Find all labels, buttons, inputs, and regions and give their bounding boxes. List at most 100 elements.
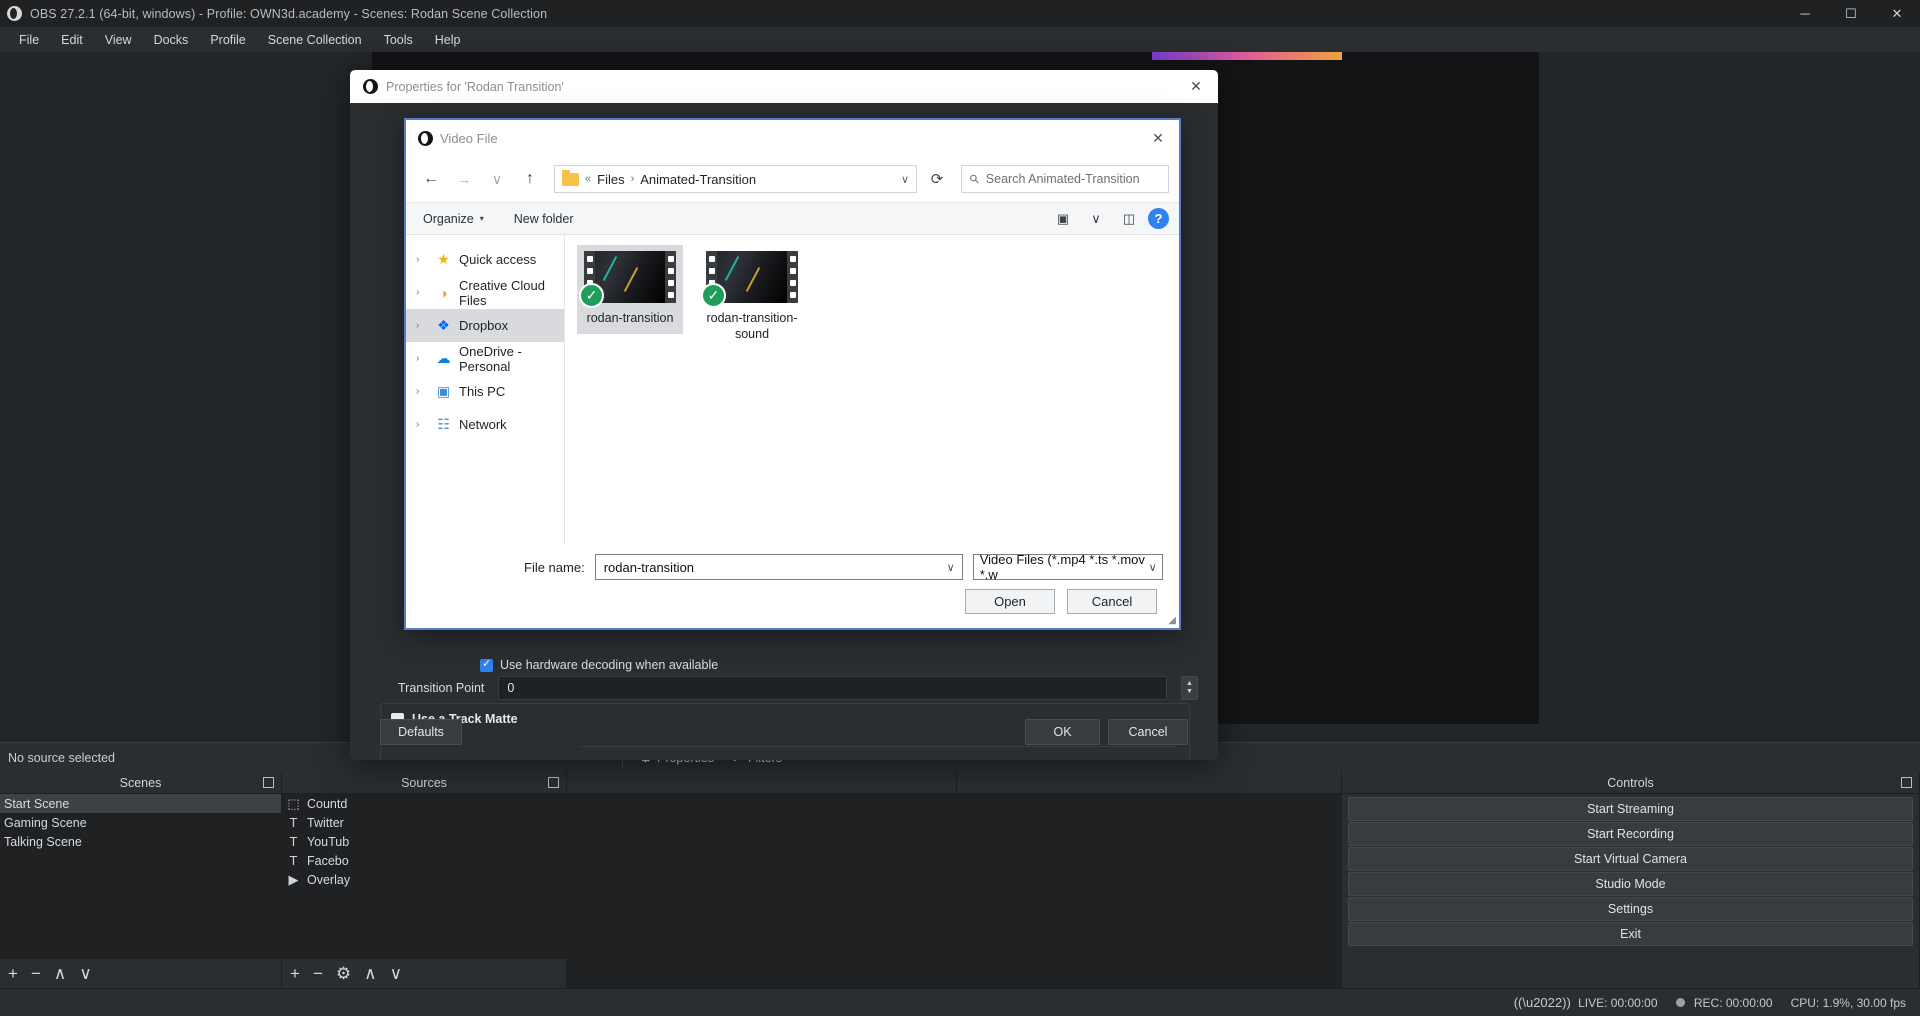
help-icon[interactable]: ? [1148, 208, 1169, 229]
mixer-body[interactable] [567, 794, 956, 988]
ok-button[interactable]: OK [1025, 719, 1100, 745]
file-dialog-close-button[interactable]: ✕ [1137, 120, 1179, 156]
remove-scene-icon[interactable]: − [31, 965, 41, 982]
file-item-rodan-transition[interactable]: ✓ rodan-transition [577, 245, 683, 334]
breadcrumb-files[interactable]: Files [597, 172, 624, 187]
address-bar[interactable]: « Files › Animated-Transition ∨ [554, 165, 917, 193]
float-dock-icon[interactable] [1901, 777, 1912, 788]
sidebar-item-creative-cloud[interactable]: › ◑ Creative Cloud Files [406, 276, 564, 309]
menu-scene-collection[interactable]: Scene Collection [257, 30, 373, 50]
chevron-down-icon[interactable]: ∨ [947, 561, 955, 574]
source-item[interactable]: ⬚ Countd [282, 794, 566, 813]
transitions-dock [957, 772, 1342, 988]
source-item[interactable]: T Facebo [282, 851, 566, 870]
recent-locations-chevron-icon[interactable]: ∨ [482, 165, 512, 193]
source-label: Countd [307, 797, 347, 811]
maximize-button[interactable]: ☐ [1828, 0, 1874, 27]
float-dock-icon[interactable] [263, 777, 274, 788]
folder-icon [562, 173, 579, 186]
defaults-button[interactable]: Defaults [380, 719, 462, 745]
start-virtual-camera-button[interactable]: Start Virtual Camera [1348, 847, 1913, 871]
add-scene-icon[interactable]: + [8, 965, 18, 982]
menu-tools[interactable]: Tools [373, 30, 424, 50]
toolbar-right-group: ▣ ∨ ◫ ? [1049, 207, 1169, 231]
chevron-right-icon[interactable]: › [416, 320, 428, 331]
breadcrumb-current-folder[interactable]: Animated-Transition [640, 172, 756, 187]
address-dropdown-chevron-icon[interactable]: ∨ [901, 173, 909, 186]
cancel-button[interactable]: Cancel [1108, 719, 1188, 745]
sidebar-label: OneDrive - Personal [459, 344, 564, 374]
chevron-right-icon[interactable]: › [416, 287, 428, 298]
sidebar-item-network[interactable]: › ☷ Network [406, 408, 564, 441]
filename-input[interactable]: rodan-transition ∨ [595, 554, 963, 580]
open-button[interactable]: Open [965, 589, 1055, 614]
minimize-button[interactable]: ─ [1782, 0, 1828, 27]
hardware-decoding-checkbox[interactable] [480, 659, 493, 672]
resize-grip-icon[interactable]: ◢ [1168, 615, 1176, 626]
filetype-select[interactable]: Video Files (*.mp4 *.ts *.mov *.w ∨ [973, 554, 1163, 580]
transitions-body[interactable] [957, 794, 1341, 988]
file-item-rodan-transition-sound[interactable]: ✓ rodan-transition-sound [699, 245, 805, 351]
studio-mode-button[interactable]: Studio Mode [1348, 872, 1913, 896]
properties-close-button[interactable]: ✕ [1174, 70, 1218, 103]
up-arrow-icon[interactable]: ↑ [515, 165, 545, 193]
menu-file[interactable]: File [8, 30, 50, 50]
sources-title: Sources [401, 776, 447, 790]
start-streaming-button[interactable]: Start Streaming [1348, 797, 1913, 821]
scene-item-gaming[interactable]: Gaming Scene [0, 813, 281, 832]
move-scene-down-icon[interactable]: ∨ [79, 965, 91, 982]
file-list[interactable]: ✓ rodan-transition ✓ rodan-transition-so… [565, 235, 1179, 545]
file-dialog-navbar: ← → ∨ ↑ « Files › Animated-Transition ∨ … [406, 156, 1179, 202]
back-arrow-icon[interactable]: ← [416, 165, 446, 193]
monitor-icon: ▣ [434, 383, 453, 400]
move-scene-up-icon[interactable]: ∧ [54, 965, 66, 982]
forward-arrow-icon[interactable]: → [449, 165, 479, 193]
sources-list[interactable]: ⬚ Countd T Twitter T YouTub T Facebo ▶ [282, 794, 566, 958]
start-recording-button[interactable]: Start Recording [1348, 822, 1913, 846]
source-item[interactable]: ▶ Overlay [282, 870, 566, 889]
chevron-right-icon[interactable]: › [416, 254, 428, 265]
chevron-right-icon[interactable]: › [416, 419, 428, 430]
menu-profile[interactable]: Profile [199, 30, 256, 50]
menu-help[interactable]: Help [424, 30, 472, 50]
scene-item-talking[interactable]: Talking Scene [0, 832, 281, 851]
sidebar-item-quick-access[interactable]: › ★ Quick access [406, 243, 564, 276]
menu-edit[interactable]: Edit [50, 30, 94, 50]
move-source-up-icon[interactable]: ∧ [364, 965, 376, 982]
sidebar-item-onedrive[interactable]: › ☁ OneDrive - Personal [406, 342, 564, 375]
float-dock-icon[interactable] [548, 777, 559, 788]
source-item[interactable]: T Twitter [282, 813, 566, 832]
chevron-down-icon[interactable]: ∨ [1147, 561, 1157, 574]
view-mode-icon[interactable]: ▣ [1049, 207, 1077, 231]
organize-button[interactable]: Organize ▾ [418, 209, 489, 229]
menu-view[interactable]: View [94, 30, 143, 50]
search-input[interactable]: Search Animated-Transition [986, 172, 1140, 186]
move-source-down-icon[interactable]: ∨ [390, 965, 402, 982]
view-mode-chevron-icon[interactable]: ∨ [1082, 207, 1110, 231]
new-folder-button[interactable]: New folder [509, 209, 579, 229]
chevron-right-icon[interactable]: › [416, 386, 428, 397]
add-source-icon[interactable]: + [290, 965, 300, 982]
close-button[interactable]: ✕ [1874, 0, 1920, 27]
scenes-list[interactable]: Start Scene Gaming Scene Talking Scene [0, 794, 281, 958]
transition-point-input[interactable]: 0 [498, 676, 1167, 700]
file-cancel-button[interactable]: Cancel [1067, 589, 1157, 614]
video-thumbnail: ✓ [706, 251, 798, 303]
chevron-right-icon[interactable]: › [416, 353, 428, 364]
transition-point-stepper[interactable]: ▲▼ [1181, 676, 1198, 700]
scene-item-start[interactable]: Start Scene [0, 794, 281, 813]
file-open-dialog: Video File ✕ ← → ∨ ↑ « Files › Animated-… [404, 118, 1181, 630]
exit-button[interactable]: Exit [1348, 922, 1913, 946]
sidebar-item-this-pc[interactable]: › ▣ This PC [406, 375, 564, 408]
settings-button[interactable]: Settings [1348, 897, 1913, 921]
remove-source-icon[interactable]: − [313, 965, 323, 982]
preview-pane-icon[interactable]: ◫ [1115, 207, 1143, 231]
search-box[interactable]: ⚲ Search Animated-Transition [961, 165, 1169, 193]
refresh-icon[interactable]: ⟳ [920, 165, 954, 193]
sidebar-item-dropbox[interactable]: › ❖ Dropbox [406, 309, 564, 342]
breadcrumb-overflow[interactable]: « [585, 173, 591, 185]
source-settings-icon[interactable]: ⚙ [336, 965, 351, 982]
menu-docks[interactable]: Docks [143, 30, 200, 50]
source-item[interactable]: T YouTub [282, 832, 566, 851]
hardware-decoding-row[interactable]: Use hardware decoding when available [480, 658, 718, 672]
